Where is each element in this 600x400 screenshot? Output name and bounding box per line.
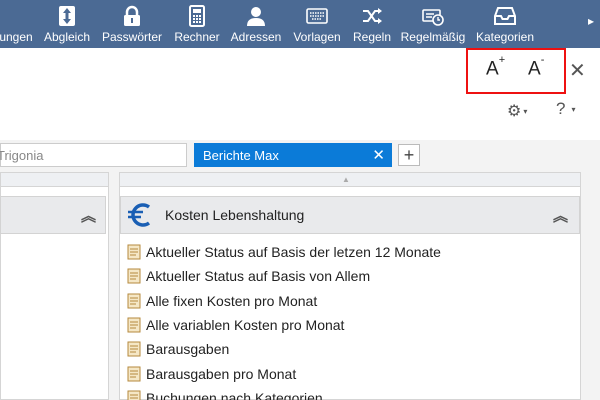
document-icon (127, 341, 141, 357)
list-item[interactable]: Alle fixen Kosten pro Monat (127, 289, 441, 313)
list-item[interactable]: Aktueller Status auf Basis der letzen 12… (127, 240, 441, 264)
collapse-icon[interactable]: ︽ (553, 205, 568, 226)
document-icon (127, 390, 141, 400)
list-item[interactable]: Aktueller Status auf Basis von Allem (127, 264, 441, 288)
toolbar-more-arrow-icon[interactable]: ▸ (588, 14, 594, 28)
report-list: Aktueller Status auf Basis der letzen 12… (127, 240, 441, 400)
decrease-font-button[interactable]: A- (528, 54, 544, 80)
add-tab-button[interactable]: + (398, 144, 420, 166)
calculator-icon (189, 5, 205, 27)
collapse-icon[interactable]: ︽ (81, 205, 96, 226)
tab-berichte-max[interactable]: Berichte Max ✕ (194, 143, 392, 167)
gear-icon: ⚙ (507, 103, 522, 120)
list-item[interactable]: Buchungen nach Kategorien (127, 386, 441, 400)
close-icon[interactable]: ✕ (569, 58, 586, 83)
partial-icon (5, 5, 27, 27)
shuffle-icon (363, 8, 382, 24)
left-panel-header: ︽ (0, 196, 106, 234)
person-icon (247, 7, 265, 26)
euro-icon (128, 203, 151, 227)
list-item[interactable]: Barausgaben (127, 337, 441, 361)
keyboard-icon (306, 8, 328, 24)
help-menu-button[interactable]: ? ▾ (556, 99, 575, 119)
inbox-tray-icon (494, 7, 516, 25)
toolbar-button-passwoerter[interactable]: Passwörter (99, 0, 165, 48)
main-toolbar: ungen Abgleich Passwörter Rechner Adress… (0, 0, 600, 48)
toolbar-button-adressen[interactable]: Adressen (229, 0, 283, 48)
right-panel-header: Kosten Lebenshaltung ︽ (120, 196, 580, 234)
list-item[interactable]: Barausgaben pro Monat (127, 361, 441, 385)
document-icon (127, 244, 141, 260)
column-strip (1, 173, 108, 187)
toolbar-button-kategorien[interactable]: Kategorien (474, 0, 536, 48)
sync-arrows-icon (59, 6, 75, 26)
document-icon (127, 366, 141, 382)
toolbar-button-rechner[interactable]: Rechner (171, 0, 223, 48)
font-size-controls-highlight: A+ A- (466, 48, 566, 94)
recurring-icon (422, 9, 444, 26)
column-strip[interactable]: ▲ (120, 173, 580, 187)
lock-icon (124, 5, 140, 26)
document-icon (127, 317, 141, 333)
chevron-down-icon: ▾ (523, 106, 528, 116)
document-icon (127, 268, 141, 284)
chevron-down-icon: ▾ (571, 104, 576, 114)
settings-menu-button[interactable]: ⚙ ▾ (507, 101, 527, 121)
toolbar-button-abgleich[interactable]: Abgleich (42, 0, 92, 48)
toolbar-button-regeln[interactable]: Regeln (350, 0, 394, 48)
toolbar-button-buchungen[interactable]: ungen (0, 0, 34, 48)
list-item[interactable]: Alle variablen Kosten pro Monat (127, 313, 441, 337)
panel-title: Kosten Lebenshaltung (165, 207, 305, 223)
toolbar-button-regelmaessig[interactable]: Regelmäßig (400, 0, 466, 48)
toolbar-button-vorlagen[interactable]: Vorlagen (290, 0, 344, 48)
increase-font-button[interactable]: A+ (486, 54, 505, 80)
help-icon: ? (556, 99, 566, 118)
document-icon (127, 293, 141, 309)
chevron-up-icon[interactable]: ▲ (342, 175, 350, 184)
tab-trigonia[interactable]: Trigonia (0, 143, 187, 167)
tab-close-icon[interactable]: ✕ (372, 146, 385, 164)
